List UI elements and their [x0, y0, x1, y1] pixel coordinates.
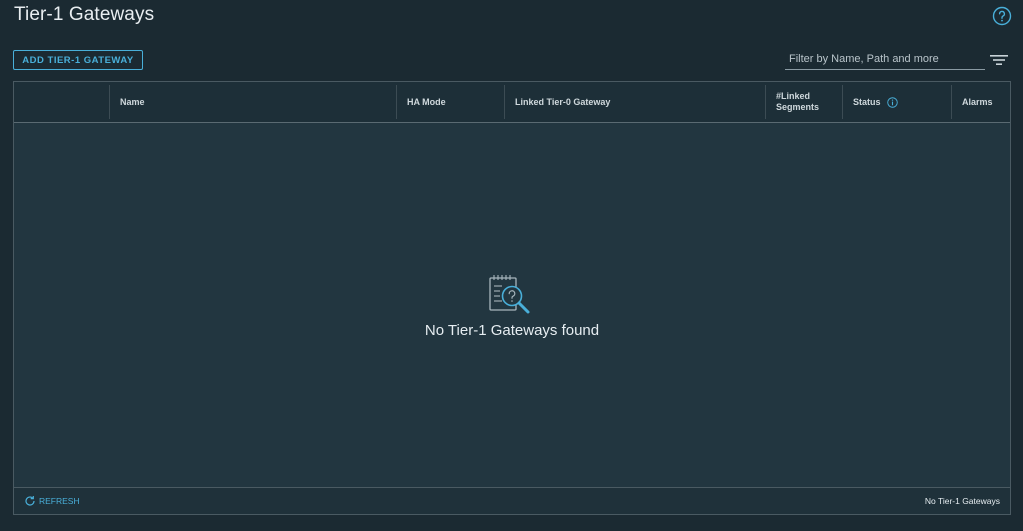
column-header-status[interactable]: Status	[842, 85, 951, 119]
column-header-alarms[interactable]: Alarms	[951, 85, 1010, 119]
empty-state: No Tier-1 Gateways found	[14, 272, 1010, 339]
page-title: Tier-1 Gateways	[14, 4, 155, 25]
filter-lines-icon[interactable]	[990, 53, 1008, 67]
info-icon[interactable]	[886, 96, 898, 108]
add-tier1-gateway-button[interactable]: ADD TIER-1 GATEWAY	[13, 50, 143, 70]
column-header-ha-mode[interactable]: HA Mode	[396, 85, 504, 119]
datagrid-header: Name HA Mode Linked Tier-0 Gateway #Link…	[14, 82, 1010, 123]
column-header-linked-segments-line2: Segments	[776, 102, 820, 112]
empty-state-message: No Tier-1 Gateways found	[424, 322, 600, 339]
refresh-label: REFRESH	[39, 496, 80, 506]
column-header-linked-segments-label: #Linked Segments	[776, 91, 819, 113]
clipboard-search-icon	[489, 275, 530, 314]
refresh-icon	[25, 496, 35, 506]
column-header-status-label: Status	[853, 97, 881, 107]
column-header-linked-segments[interactable]: #Linked Segments	[765, 85, 842, 119]
refresh-button[interactable]: REFRESH	[24, 495, 80, 507]
filter-input[interactable]	[785, 49, 985, 69]
footer-item-count: No Tier-1 Gateways	[924, 496, 1000, 506]
column-header-name-label: Name	[120, 97, 145, 107]
help-circle-icon[interactable]	[992, 6, 1012, 26]
column-header-ha-mode-label: HA Mode	[407, 97, 446, 107]
column-header-name[interactable]: Name	[109, 85, 396, 119]
filter-field	[785, 49, 985, 70]
column-header-linked-segments-line1: #Linked	[776, 91, 811, 101]
datagrid-footer: REFRESH No Tier-1 Gateways	[14, 487, 1010, 514]
gateways-datagrid: Name HA Mode Linked Tier-0 Gateway #Link…	[13, 81, 1011, 515]
column-header-linked-tier0-label: Linked Tier-0 Gateway	[515, 97, 611, 107]
column-header-select	[14, 82, 109, 122]
column-header-linked-tier0[interactable]: Linked Tier-0 Gateway	[504, 85, 765, 119]
column-header-alarms-label: Alarms	[962, 97, 993, 107]
